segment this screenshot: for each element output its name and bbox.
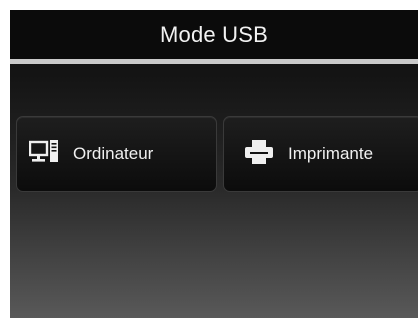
computer-option-label: Ordinateur <box>73 144 154 163</box>
page-title: Mode USB <box>160 21 268 47</box>
printer-icon <box>244 139 274 170</box>
printer-option-label: Imprimante <box>288 144 374 163</box>
usb-mode-screen: Mode USB Ordinateur Imprimante <box>10 10 418 318</box>
printer-option-button[interactable]: Imprimante <box>223 116 418 192</box>
header-divider <box>10 59 418 64</box>
computer-icon <box>28 139 59 170</box>
computer-option-button[interactable]: Ordinateur <box>16 116 217 192</box>
title-bar: Mode USB <box>10 10 418 59</box>
